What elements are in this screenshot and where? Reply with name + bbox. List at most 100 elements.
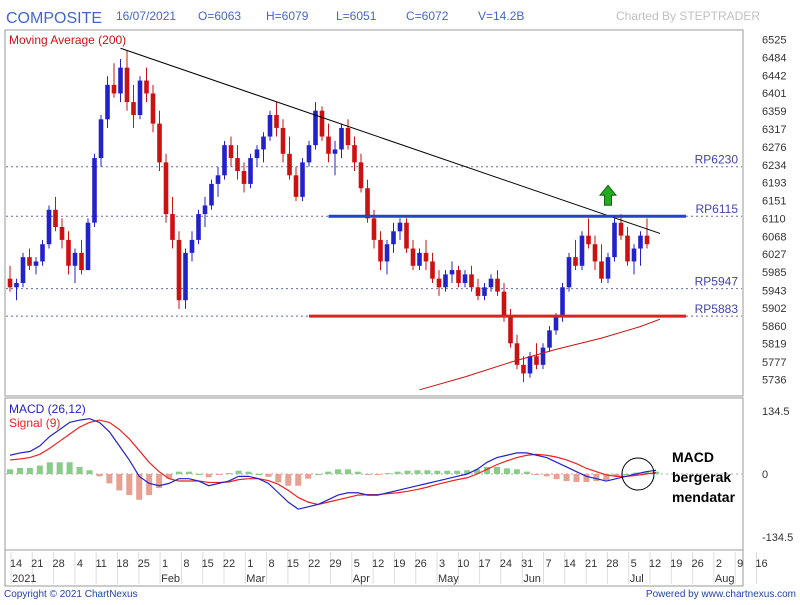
x-tick-label: 2: [716, 558, 722, 570]
x-tick-label: 24: [500, 558, 512, 570]
candle-body: [560, 287, 565, 318]
candle-body: [586, 235, 591, 245]
x-tick-label: 8: [269, 558, 275, 570]
candle-body: [332, 149, 338, 154]
candle-body: [599, 261, 604, 279]
macd-histogram-bar: [553, 474, 560, 480]
candle-body: [7, 278, 13, 288]
candle-body: [235, 158, 240, 171]
x-tick-label: 15: [287, 558, 299, 570]
macd-histogram-bar: [265, 474, 272, 477]
macd-histogram-bar: [354, 471, 361, 474]
x-group-label: May: [438, 573, 459, 585]
macd-histogram-bar: [573, 474, 580, 482]
candle-body: [131, 102, 136, 115]
x-tick-label: 19: [393, 558, 405, 570]
candle-body: [495, 278, 500, 292]
macd-histogram-bar: [295, 474, 302, 486]
price-tick-label: 5985: [762, 267, 786, 279]
macd-histogram-bar: [454, 470, 461, 474]
candle-body: [469, 274, 474, 288]
macd-histogram-bar: [175, 471, 182, 474]
macd-histogram-bar: [26, 467, 33, 474]
footer-powered: Powered by www.chartnexus.com: [646, 589, 796, 600]
candle-body: [521, 364, 526, 374]
price-y-axis: 6525 6484 6442 6401 6359 6317 6276 6234 6193 6151…: [762, 35, 786, 387]
price-tick-label: 6525: [762, 35, 786, 47]
price-tick-label: 5860: [762, 321, 786, 333]
candle-body: [638, 235, 643, 249]
candle-body: [397, 222, 403, 232]
macd-histogram-bar: [563, 474, 570, 482]
candle-body: [566, 257, 572, 288]
macd-histogram-bar: [225, 473, 232, 475]
candle-body: [254, 149, 260, 159]
macd-histogram-bar: [374, 474, 381, 475]
candle-body: [404, 222, 409, 249]
x-group-label: Feb: [161, 573, 180, 585]
macd-histogram-bar: [66, 462, 73, 474]
x-tick-label: 22: [223, 558, 235, 570]
price-tick-label: 6068: [762, 231, 786, 243]
candle-body: [27, 257, 32, 266]
candle-body: [456, 270, 461, 283]
candle-body: [605, 257, 611, 279]
candle-body: [85, 222, 91, 271]
macd-tick-label: 0: [762, 469, 768, 481]
price-tick-label: 5902: [762, 303, 786, 315]
macd-histogram-bar: [623, 474, 630, 475]
candle-body: [488, 278, 494, 288]
candle-body: [449, 270, 455, 275]
candle-body: [14, 283, 19, 288]
candle-body: [430, 261, 435, 279]
macd-histogram-bar: [444, 470, 451, 474]
x-tick-label: 11: [95, 558, 106, 570]
candle-body: [261, 136, 266, 150]
candle-body: [20, 257, 26, 283]
x-tick-label: 28: [52, 558, 64, 570]
x-tick-label: 26: [415, 558, 427, 570]
macd-histogram-bar: [593, 474, 600, 482]
candle-body: [423, 252, 429, 262]
candle-body: [59, 227, 65, 240]
macd-histogram-bar: [245, 471, 252, 474]
x-tick-label: 3: [439, 558, 445, 570]
candle-body: [111, 84, 117, 94]
macd-histogram-bar: [185, 471, 192, 474]
candle-body: [40, 244, 45, 262]
price-tick-label: 6151: [762, 196, 786, 208]
price-panel-title: Moving Average (200): [9, 33, 126, 47]
macd-note-line-3: mendatar: [672, 489, 736, 505]
x-group-label: Jul: [630, 573, 644, 585]
macd-histogram-bar: [285, 474, 292, 486]
x-tick-label: 7: [545, 558, 551, 570]
candle-body: [118, 67, 123, 94]
x-tick-label: 10: [457, 558, 469, 570]
x-group-label: Mar: [246, 573, 265, 585]
candle-body: [514, 343, 520, 365]
chart-credit: Charted By STEPTRADER: [616, 9, 760, 23]
macd-histogram-bar: [116, 474, 123, 491]
candle-body: [462, 274, 468, 283]
level-label: RP6230: [695, 153, 739, 167]
chart-root: COMPOSITE 16/07/2021 O=6063 H=6079 L=605…: [0, 0, 800, 600]
x-tick-label: 12: [649, 558, 661, 570]
candle-body: [339, 127, 344, 150]
x-group-label: Jun: [523, 573, 541, 585]
macd-histogram-bar: [404, 470, 411, 474]
macd-histogram-bar: [7, 469, 13, 474]
price-tick-label: 6442: [762, 70, 786, 82]
x-tick-label: 5: [354, 558, 360, 570]
x-tick-label: 15: [202, 558, 214, 570]
x-tick-label: 21: [585, 558, 597, 570]
macd-histogram-bar: [414, 470, 421, 474]
macd-histogram-bar: [394, 471, 401, 474]
candle-body: [241, 171, 247, 184]
macd-histogram-bar: [424, 470, 431, 474]
macd-histogram-bar: [205, 474, 212, 478]
macd-histogram-bar: [384, 473, 391, 475]
candle-body: [280, 127, 286, 154]
candle-body: [105, 84, 110, 120]
candle-body: [170, 214, 175, 240]
candle-body: [79, 252, 84, 271]
